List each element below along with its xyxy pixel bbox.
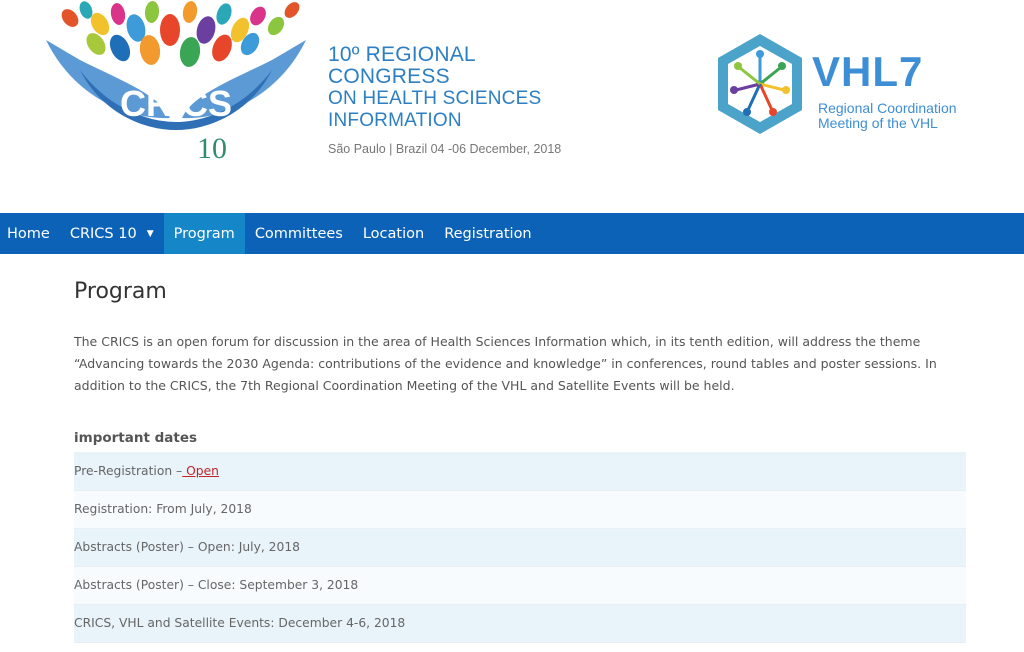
table-cell: CRICS, VHL and Satellite Events: Decembe… (74, 604, 966, 643)
table-cell: Abstracts (Poster) – Close: September 3,… (74, 566, 966, 605)
congress-title-line1: 10º REGIONAL CONGRESS (328, 43, 476, 88)
vhl-subtitle-line1: Regional Coordination (818, 100, 957, 116)
crics-logo-number: 10 (197, 132, 227, 165)
nav-item-label: CRICS 10 (69, 225, 137, 242)
page-title: Program (74, 279, 167, 304)
congress-title-line2: ON HEALTH SCIENCES (328, 88, 542, 109)
main-content: Program The CRICS is an open forum for d… (74, 254, 966, 643)
pre-registration-open-link[interactable]: Open (182, 464, 219, 478)
table-cell: Registration: From July, 2018 (74, 490, 966, 529)
nav-item-label: Committees (254, 225, 343, 242)
important-dates-table: Pre-Registration – Open Registration: Fr… (74, 452, 966, 643)
table-cell: Abstracts (Poster) – Open: July, 2018 (74, 528, 966, 567)
table-row: Abstracts (Poster) – Open: July, 2018 (74, 528, 966, 567)
nav-item-committees[interactable]: Committees (245, 213, 353, 254)
table-row: CRICS, VHL and Satellite Events: Decembe… (74, 604, 966, 643)
vhl-logo-icon[interactable] (716, 32, 804, 136)
important-dates-heading: important dates (74, 430, 198, 446)
nav-item-label: Home (7, 225, 50, 242)
nav-item-label: Location (362, 225, 425, 242)
vhl-title: VHL7 (812, 48, 924, 95)
nav-item-program[interactable]: Program (163, 213, 245, 254)
nav-item-label: Program (173, 225, 235, 242)
caret-down-icon: ▼ (146, 228, 154, 239)
date-text: Pre-Registration – (74, 463, 183, 478)
vhl-subtitle-line2: Meeting of the VHL (818, 115, 938, 131)
congress-title-line3: INFORMATION (328, 110, 462, 131)
nav-item-home[interactable]: Home (0, 213, 60, 254)
intro-paragraph: The CRICS is an open forum for discussio… (74, 334, 937, 393)
nav-item-label: Registration (444, 225, 532, 242)
crics-logo-text: CRICS (120, 83, 232, 124)
table-row: Registration: From July, 2018 (74, 490, 966, 529)
table-row: Pre-Registration – Open (74, 452, 966, 491)
crics-logo[interactable]: CRICS 10 (40, 0, 312, 165)
nav-item-location[interactable]: Location (353, 213, 434, 254)
nav-item-crics10[interactable]: CRICS 10 ▼ (60, 213, 164, 254)
main-navbar: Home CRICS 10 ▼ Program Committees Locat… (0, 213, 1024, 254)
leaves-graphic (61, 1, 300, 67)
table-row: Abstracts (Poster) – Close: September 3,… (74, 566, 966, 605)
congress-title-block: 10º REGIONAL CONGRESS ON HEALTH SCIENCES… (328, 43, 588, 157)
congress-place-date: São Paulo | Brazil 04 -06 December, 2018 (328, 142, 562, 156)
site-header: CRICS 10 10º REGIONAL CONGRESS ON HEALTH… (0, 0, 1024, 213)
vhl-subtitle: Regional Coordination Meeting of the VHL (818, 101, 957, 131)
table-cell: Pre-Registration – Open (74, 452, 966, 491)
nav-item-registration[interactable]: Registration (434, 213, 541, 254)
